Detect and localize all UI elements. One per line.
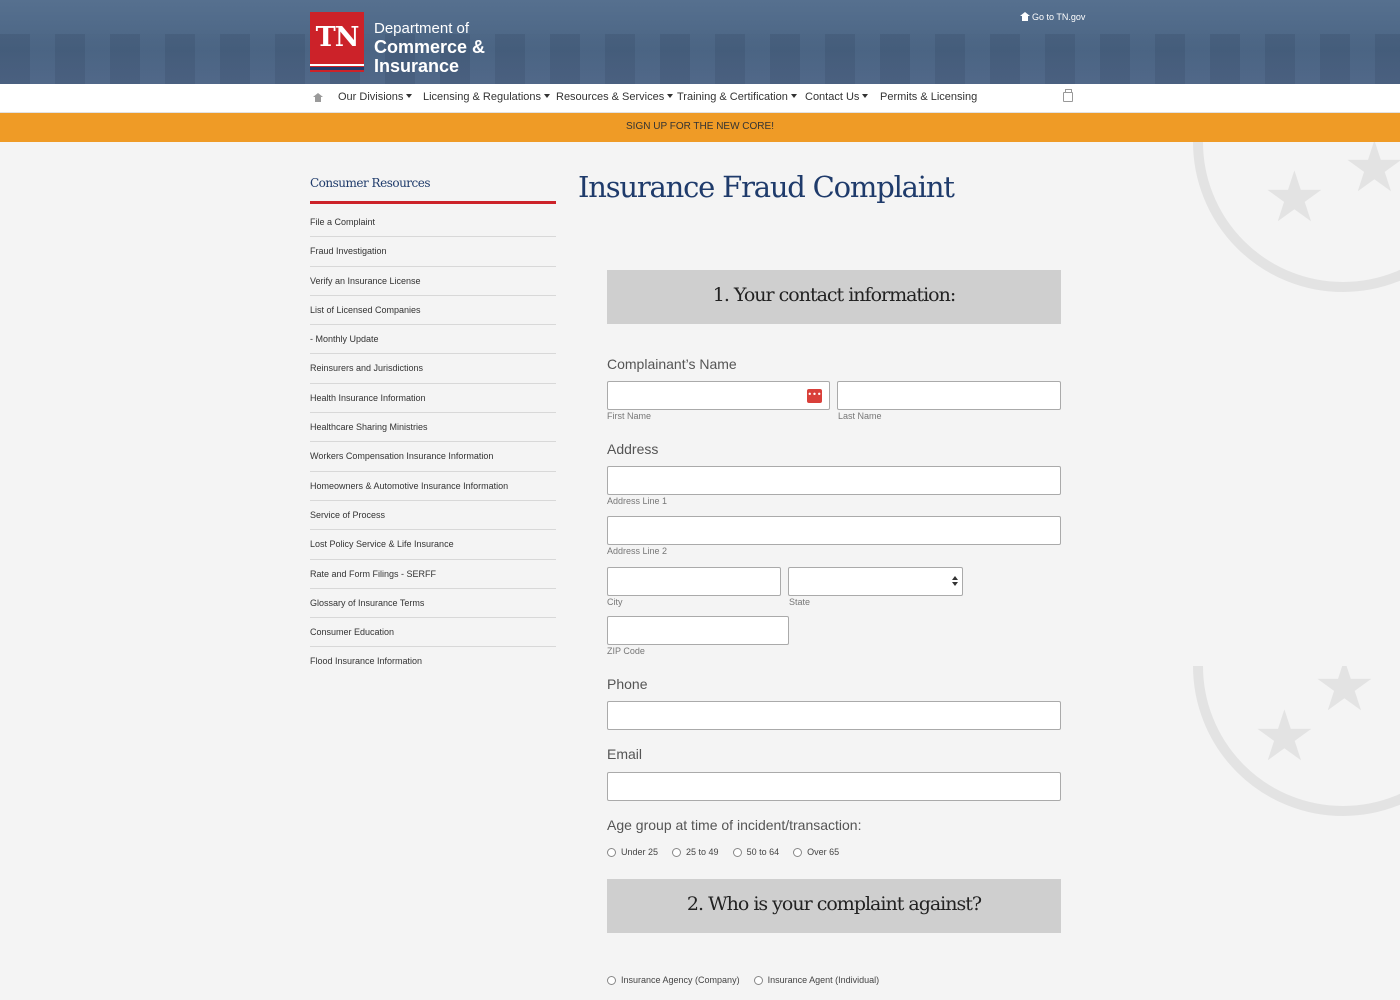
radio-button[interactable] — [672, 847, 682, 857]
caret-down-icon — [667, 94, 674, 98]
logo-line-3: Insurance — [374, 56, 460, 76]
caret-down-icon — [544, 94, 551, 98]
logo-abbr: TN — [315, 22, 360, 53]
star-icon: ★ — [1263, 156, 1326, 238]
nav-resources-services[interactable]: Resources & Services — [556, 91, 674, 103]
logo-line-2: Commerce & — [374, 37, 486, 57]
phone-input[interactable] — [607, 701, 1061, 730]
age-group-radios: Under 25 25 to 49 50 to 64 Over 65 — [607, 847, 853, 857]
radio-button[interactable] — [607, 975, 616, 985]
section-heading-contact: 1. Your contact information: — [607, 270, 1061, 324]
radio-button[interactable] — [793, 847, 803, 857]
insurance-agent-option[interactable]: Insurance Agent (Individual) — [753, 975, 879, 985]
home-icon — [1020, 12, 1030, 21]
sidebar-item[interactable]: Workers Compensation Insurance Informati… — [310, 442, 556, 472]
sidebar-title: Consumer Resources — [310, 176, 431, 190]
sidebar-item[interactable]: List of Licensed Companies — [310, 296, 556, 326]
caret-down-icon — [790, 94, 797, 98]
sidebar-item[interactable]: Flood Insurance Information — [310, 647, 556, 676]
phone-label: Phone — [607, 676, 648, 692]
star-icon: ★ — [1343, 142, 1400, 208]
tn-logo[interactable]: TN — [310, 12, 364, 72]
sidebar-item[interactable]: - Monthly Update — [310, 325, 556, 355]
complainant-name-label: Complainant’s Name — [607, 356, 737, 372]
logo-line-1: Department of — [374, 20, 470, 37]
site-header — [0, 0, 1400, 84]
star-icon: ★ — [1313, 666, 1376, 727]
email-input[interactable] — [607, 772, 1061, 801]
address-line2-sublabel: Address Line 2 — [607, 546, 668, 556]
sidebar-menu: File a Complaint Fraud Investigation Ver… — [310, 208, 556, 677]
announcement-banner[interactable]: SIGN UP FOR THE NEW CORE! — [0, 113, 1400, 142]
sidebar-item[interactable]: Fraud Investigation — [310, 237, 556, 267]
address-line1-sublabel: Address Line 1 — [607, 496, 668, 506]
sidebar-item[interactable]: Rate and Form Filings - SERFF — [310, 560, 556, 589]
goto-tn-link[interactable]: Go to TN.gov — [1020, 12, 1085, 22]
banner-text: SIGN UP FOR THE NEW CORE! — [626, 121, 774, 132]
radio-button[interactable] — [732, 847, 742, 857]
age-50-64-option[interactable]: 50 to 64 — [732, 847, 779, 857]
goto-tn-label: Go to TN.gov — [1032, 12, 1086, 22]
tristar-seal-decoration: ★ ★ — [1193, 666, 1400, 816]
select-arrows-icon — [952, 576, 958, 588]
home-icon[interactable] — [313, 93, 323, 102]
complaint-against-radios: Insurance Agency (Company) Insurance Age… — [607, 975, 893, 985]
state-select[interactable] — [788, 567, 963, 596]
nav-permits-licensing[interactable]: Permits & Licensing — [880, 91, 977, 103]
sidebar-item[interactable]: Verify an Insurance License — [310, 267, 556, 296]
age-over-65-option[interactable]: Over 65 — [793, 847, 839, 857]
sidebar-item[interactable]: File a Complaint — [310, 208, 556, 238]
sidebar-divider — [310, 201, 556, 204]
sidebar-item[interactable]: Healthcare Sharing Ministries — [310, 413, 556, 443]
sidebar-item[interactable]: Service of Process — [310, 501, 556, 531]
zip-code-input[interactable] — [607, 616, 789, 645]
sidebar-item[interactable]: Reinsurers and Jurisdictions — [310, 354, 556, 384]
star-icon: ★ — [1253, 695, 1316, 777]
caret-down-icon — [862, 94, 869, 98]
radio-button[interactable] — [607, 847, 616, 857]
first-name-sublabel: First Name — [607, 411, 652, 421]
first-name-input[interactable]: ••• — [607, 381, 830, 410]
age-25-49-option[interactable]: 25 to 49 — [672, 847, 719, 857]
sidebar-item[interactable]: Homeowners & Automotive Insurance Inform… — [310, 472, 556, 501]
radio-button[interactable] — [753, 975, 763, 985]
main-nav: Our Divisions Licensing & Regulations Re… — [0, 84, 1400, 113]
sidebar-item[interactable]: Consumer Education — [310, 618, 556, 648]
email-label: Email — [607, 746, 643, 762]
city-input[interactable] — [607, 567, 781, 596]
last-name-sublabel: Last Name — [838, 411, 882, 421]
department-name[interactable]: Department of Commerce & Insurance — [374, 20, 485, 76]
sidebar-item[interactable]: Health Insurance Information — [310, 384, 556, 414]
tristar-seal-decoration: ★ ★ — [1193, 142, 1400, 292]
nav-training-certification[interactable]: Training & Certification — [677, 91, 797, 103]
insurance-agency-option[interactable]: Insurance Agency (Company) — [607, 975, 740, 985]
nav-contact-us[interactable]: Contact Us — [805, 91, 869, 103]
last-name-input[interactable] — [837, 381, 1061, 410]
state-sublabel: State — [789, 597, 811, 607]
sidebar-item[interactable]: Lost Policy Service & Life Insurance — [310, 530, 556, 560]
password-manager-icon[interactable]: ••• — [807, 389, 822, 403]
age-group-label: Age group at time of incident/transactio… — [607, 817, 862, 833]
nav-our-divisions[interactable]: Our Divisions — [338, 91, 413, 103]
caret-down-icon — [406, 94, 413, 98]
nav-licensing-regulations[interactable]: Licensing & Regulations — [423, 91, 551, 103]
section-heading-complaint-against: 2. Who is your complaint against? — [607, 879, 1061, 933]
header-background-image — [0, 34, 1400, 84]
address-label: Address — [607, 441, 659, 457]
zip-code-sublabel: ZIP Code — [607, 646, 645, 656]
address-line1-input[interactable] — [607, 466, 1061, 495]
page-title: Insurance Fraud Complaint — [578, 170, 955, 204]
sidebar-item[interactable]: Glossary of Insurance Terms — [310, 589, 556, 619]
address-line2-input[interactable] — [607, 516, 1061, 545]
city-sublabel: City — [607, 597, 623, 607]
print-icon[interactable] — [1063, 89, 1073, 102]
age-under-25-option[interactable]: Under 25 — [607, 847, 658, 857]
